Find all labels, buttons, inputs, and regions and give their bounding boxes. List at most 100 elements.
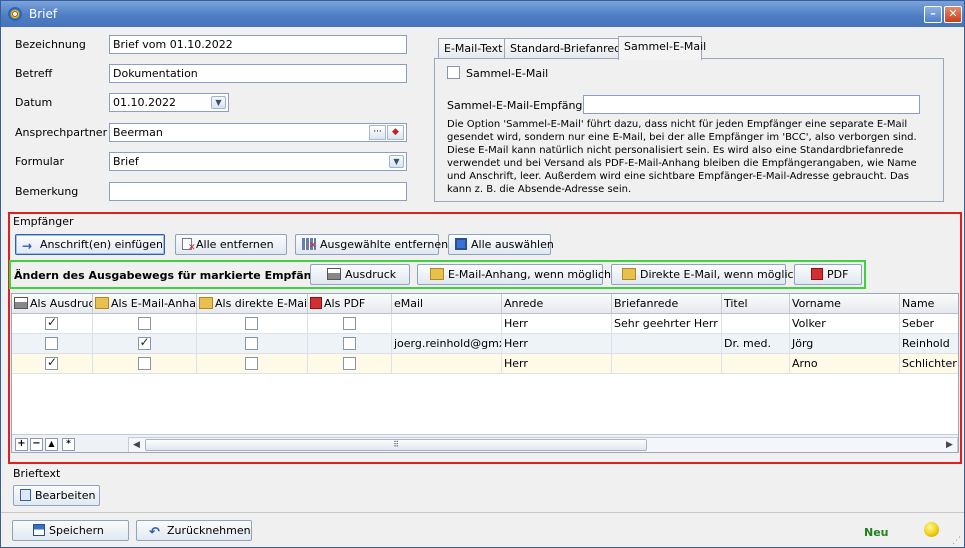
ausdruck-checkbox[interactable] [45,337,58,350]
col-header-anrede[interactable]: Anrede [502,294,612,314]
cell-vorname[interactable]: Arno [790,354,900,374]
betreff-field[interactable]: Dokumentation [109,64,407,83]
move-up-icon[interactable]: ▲ [45,438,58,451]
cell-titel[interactable] [722,314,790,334]
cell-pdf[interactable] [308,334,392,354]
chevron-down-icon[interactable]: ▼ [389,155,404,168]
col-header-email[interactable]: eMail [392,294,502,314]
col-header-pdf[interactable]: Als PDF [308,294,392,314]
ellipsis-icon[interactable]: ··· [369,125,386,140]
ansprechpartner-label: Ansprechpartner [15,126,108,139]
pdf-checkbox[interactable] [342,317,356,330]
direkt-checkbox[interactable] [245,337,258,350]
cell-pdf[interactable] [308,354,392,374]
sammel-email-checkbox[interactable] [447,66,460,79]
title-bar: Brief – ✕ [1,1,964,27]
direkt-checkbox[interactable] [245,317,258,330]
cell-name[interactable]: Seber [900,314,958,334]
chevron-down-icon[interactable]: ▼ [211,96,226,109]
remove-all-button[interactable]: ✕ Alle entfernen [175,234,287,255]
cancel-edit-icon[interactable]: * [62,438,75,451]
scroll-right-icon[interactable]: ▶ [942,438,957,452]
col-header-titel[interactable]: Titel [722,294,790,314]
bemerkung-field[interactable] [109,182,407,201]
output-pdf-button[interactable]: PDF [794,264,862,285]
cell-direkt[interactable] [197,354,308,374]
col-header-anhang-label: Als E-Mail-Anhang [111,297,197,310]
close-button[interactable]: ✕ [944,6,962,23]
output-print-button[interactable]: Ausdruck [310,264,410,285]
minimize-button[interactable]: – [924,6,942,23]
col-header-ausdruck[interactable]: Als Ausdruck [12,294,93,314]
cell-vorname[interactable]: Volker [790,314,900,334]
scroll-left-icon[interactable]: ◀ [129,438,144,452]
ausdruck-checkbox[interactable] [45,315,58,330]
direkt-checkbox[interactable] [245,357,258,370]
cell-briefanrede[interactable] [612,354,722,374]
eraser-icon[interactable]: ◆ [387,125,404,140]
cell-email[interactable]: joerg.reinhold@gmx.d [392,334,502,354]
cell-name[interactable]: Schlichter [900,354,958,374]
col-header-briefanrede[interactable]: Briefanrede [612,294,722,314]
cell-ausdruck[interactable] [12,314,93,334]
cell-anrede[interactable]: Herr [502,354,612,374]
cell-anhang[interactable] [93,334,197,354]
cell-direkt[interactable] [197,334,308,354]
cell-anrede[interactable]: Herr [502,314,612,334]
cell-pdf[interactable] [308,314,392,334]
cell-anhang[interactable] [93,354,197,374]
insert-address-button[interactable]: → Anschrift(en) einfügen [15,234,165,255]
cell-ausdruck[interactable] [12,334,93,354]
pdf-checkbox[interactable] [342,337,356,350]
save-label: Speichern [49,524,104,537]
select-all-button[interactable]: Alle auswählen [448,234,554,255]
delete-row-icon[interactable]: − [30,438,43,451]
scroll-thumb[interactable]: ⠿ [145,439,647,451]
remove-all-label: Alle entfernen [196,238,274,251]
add-row-icon[interactable]: + [15,438,28,451]
col-header-direkt[interactable]: Als direkte E-Mail [197,294,308,314]
cell-ausdruck[interactable] [12,354,93,374]
ausdruck-checkbox[interactable] [45,355,58,370]
cell-email[interactable] [392,354,502,374]
edit-brieftext-button[interactable]: Bearbeiten [13,485,100,506]
cell-vorname[interactable]: Jörg [790,334,900,354]
sammel-email-empfaenger-field[interactable] [583,95,920,114]
formular-select[interactable]: Brief ▼ [109,152,407,171]
tab-sammel-email[interactable]: Sammel-E-Mail [618,36,706,60]
cell-briefanrede[interactable] [612,334,722,354]
tab-standard-briefanrede[interactable]: Standard-Briefanrede [504,38,634,59]
output-direct-email-button[interactable]: Direkte E-Mail, wenn möglich [611,264,801,285]
pdf-icon [310,297,322,309]
remove-selected-button[interactable]: ✕ Ausgewählte entfernen [295,234,448,255]
bezeichnung-field[interactable]: Brief vom 01.10.2022 [109,35,407,54]
anhang-checkbox[interactable] [137,317,151,330]
cell-titel[interactable]: Dr. med. [722,334,790,354]
cell-briefanrede[interactable]: Sehr geehrter Herr Vo [612,314,722,334]
horizontal-scrollbar[interactable]: ◀ ⠿ ▶ [128,437,958,452]
tab-email-text[interactable]: E-Mail-Text [438,38,509,59]
anhang-checkbox[interactable] [137,335,151,350]
cell-email[interactable] [392,314,502,334]
undo-button[interactable]: ↶ Zurücknehmen [136,520,252,541]
output-attachment-button[interactable]: E-Mail-Anhang, wenn möglich [417,264,611,285]
datum-field[interactable]: 01.10.2022 ▼ [109,93,229,112]
cell-direkt[interactable] [197,314,308,334]
col-header-name[interactable]: Name [900,294,958,314]
table-row[interactable]: Herr ArnoSchlichter [12,354,958,374]
table-row[interactable]: HerrSehr geehrter Herr Vo VolkerSeber [12,314,958,334]
anhang-checkbox[interactable] [137,357,151,370]
cell-anrede[interactable]: Herr [502,334,612,354]
cell-titel[interactable] [722,354,790,374]
pdf-checkbox[interactable] [342,357,356,370]
save-button[interactable]: Speichern [12,520,129,541]
col-header-vorname[interactable]: Vorname [790,294,900,314]
ansprechpartner-field[interactable]: Beerman ··· ◆ [109,123,407,142]
remove-selected-label: Ausgewählte entfernen [320,238,449,251]
col-header-anhang[interactable]: Als E-Mail-Anhang [93,294,197,314]
table-row[interactable]: joerg.reinhold@gmx.dHerr Dr. med.JörgRein… [12,334,958,354]
empfaenger-group-label: Empfänger [13,215,74,228]
cell-anhang[interactable] [93,314,197,334]
resize-grip-icon[interactable]: ⋰ [952,536,962,546]
cell-name[interactable]: Reinhold [900,334,958,354]
